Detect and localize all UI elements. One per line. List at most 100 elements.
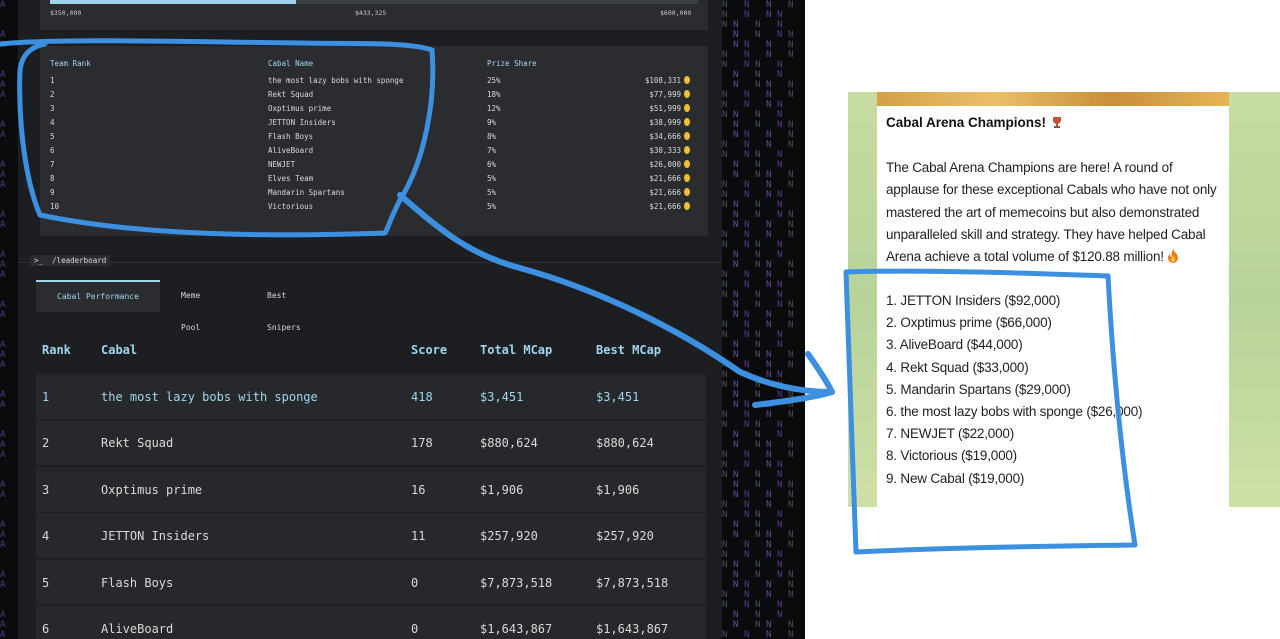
leaderboard-row[interactable]: 6 AliveBoard 0 $1,643,867 $1,643,867 (36, 605, 706, 639)
row-score: 178 (411, 436, 433, 451)
prize-row: 7 NEWJET 6% $26,000 (40, 160, 708, 174)
prize-share: 7% (487, 146, 497, 155)
row-total-mcap: $880,624 (480, 436, 538, 451)
prize-cabal-name: Victorious (268, 202, 314, 211)
champions-list-item: 7. NEWJET ($22,000) (886, 426, 1015, 442)
row-best-mcap: $1,643,867 (596, 622, 669, 636)
trophy-icon (1050, 115, 1064, 132)
row-cabal-name: Rekt Squad (101, 436, 174, 451)
prize-row: 3 Oxptimus prime 12% $51,999 (40, 104, 708, 118)
command-label: /leaderboard (52, 256, 107, 265)
row-best-mcap: $257,920 (596, 529, 654, 544)
prize-row: 2 Rekt Squad 18% $77,999 (40, 90, 708, 104)
prize-amount: $34,666 (649, 132, 690, 141)
tab-best-snipers[interactable]: Best Snipers (267, 280, 301, 332)
prize-share: 5% (487, 202, 497, 211)
coin-icon (684, 160, 690, 168)
prize-row: 10 Victorious 5% $21,666 (40, 202, 708, 216)
fire-icon (1167, 248, 1179, 270)
row-rank: 1 (42, 390, 50, 404)
prize-rank: 4 (50, 118, 55, 127)
coin-icon (684, 104, 690, 112)
prize-amount: $51,999 (649, 104, 690, 113)
progress-tick-start: $350,000 (50, 9, 82, 17)
prize-share: 5% (487, 174, 497, 183)
prize-rank: 1 (50, 76, 55, 85)
row-cabal-name: Flash Boys (101, 575, 174, 590)
row-rank: 3 (42, 482, 50, 497)
terminal-prompt-icon: >_ (34, 256, 44, 265)
score-column-header: Score (411, 343, 448, 357)
leaderboard-row[interactable]: 4 JETTON Insiders 11 $257,920 $257,920 (36, 512, 706, 559)
champions-list-item: 5. Mandarin Spartans ($29,000) (886, 381, 1071, 397)
prize-row: 5 Flash Boys 8% $34,666 (40, 132, 708, 146)
prize-amount: $30,333 (649, 146, 690, 155)
team-rank-header: Team Rank (50, 59, 91, 68)
prize-share: 5% (487, 188, 497, 197)
row-best-mcap: $7,873,518 (596, 575, 669, 590)
best-mcap-column-header: Best MCap (596, 343, 662, 357)
leaderboard-row[interactable]: 5 Flash Boys 0 $7,873,518 $7,873,518 (36, 558, 706, 605)
row-total-mcap: $7,873,518 (480, 575, 553, 590)
prize-row: 9 Mandarin Spartans 5% $21,666 (40, 188, 708, 202)
prize-rank: 8 (50, 174, 55, 183)
prize-rank: 10 (50, 202, 60, 211)
row-total-mcap: $1,906 (480, 482, 524, 497)
leaderboard-row[interactable]: 1 the most lazy bobs with sponge 418 $3,451… (36, 373, 706, 419)
cabal-column-header: Cabal (101, 343, 138, 357)
prize-share: 6% (487, 160, 497, 169)
prize-row: 6 AliveBoard 7% $30,333 (40, 146, 708, 160)
leaderboard-row[interactable]: 2 Rekt Squad 178 $880,624 $880,624 (36, 419, 706, 466)
message-image-strip (877, 92, 1229, 106)
coin-icon (684, 76, 690, 84)
prize-amount: $108,331 (645, 76, 690, 85)
row-cabal-name: JETTON Insiders (101, 529, 210, 544)
coin-icon (684, 188, 690, 196)
message-title: Cabal Arena Champions! (886, 115, 1064, 132)
row-rank: 2 (42, 436, 50, 451)
prize-share-header: Prize Share (487, 59, 537, 68)
champions-list-item: 9. New Cabal ($19,000) (886, 470, 1025, 486)
row-rank: 6 (42, 622, 50, 636)
row-best-mcap: $3,451 (596, 390, 640, 404)
prize-share: 18% (487, 90, 501, 99)
prize-cabal-name: Rekt Squad (268, 90, 314, 99)
prize-rank: 9 (50, 188, 55, 197)
prize-cabal-name: Mandarin Spartans (268, 188, 345, 197)
champions-list-item: 8. Victorious ($19,000) (886, 448, 1017, 464)
tab-meme-pool[interactable]: Meme Pool (181, 280, 200, 332)
champions-list-item: 6. the most lazy bobs with sponge ($26,0… (886, 404, 1143, 420)
coin-icon (684, 132, 690, 140)
prize-rank: 5 (50, 132, 55, 141)
prize-rank: 2 (50, 90, 55, 99)
coin-icon (684, 146, 690, 154)
row-score: 0 (411, 622, 419, 636)
row-score: 16 (411, 482, 426, 497)
progress-tick-mid: $433,325 (355, 9, 387, 17)
row-rank: 4 (42, 529, 50, 544)
row-cabal-name: the most lazy bobs with sponge (101, 390, 318, 404)
prize-amount: $77,999 (649, 90, 690, 99)
prize-rank: 7 (50, 160, 55, 169)
prize-cabal-name: JETTON Insiders (268, 118, 336, 127)
tab-cabal-performance[interactable]: Cabal Performance (36, 280, 160, 312)
row-cabal-name: AliveBoard (101, 622, 174, 636)
prize-share: 9% (487, 118, 497, 127)
prize-amount: $38,999 (649, 118, 690, 127)
volume-progress-fill (50, 0, 297, 4)
champions-list: 1. JETTON Insiders ($92,000) 2. Oxptimus … (886, 290, 1143, 490)
section-divider (18, 262, 722, 263)
volume-progress-bar (50, 0, 698, 4)
row-score: 418 (411, 390, 433, 404)
champions-list-item: 2. Oxptimus prime ($66,000) (886, 315, 1052, 331)
coin-icon (684, 174, 690, 182)
volume-progress-card: $350,000 $433,325 $600,000 (40, 0, 708, 30)
prize-cabal-name: NEWJET (268, 160, 296, 169)
row-score: 11 (411, 529, 426, 544)
progress-tick-end: $600,000 (660, 9, 692, 17)
row-rank: 5 (42, 575, 50, 590)
leaderboard-row[interactable]: 3 Oxptimus prime 16 $1,906 $1,906 (36, 465, 706, 512)
cabal-name-header: Cabal Name (268, 59, 314, 68)
coin-icon (684, 118, 690, 126)
prize-row: 4 JETTON Insiders 9% $38,999 (40, 118, 708, 132)
